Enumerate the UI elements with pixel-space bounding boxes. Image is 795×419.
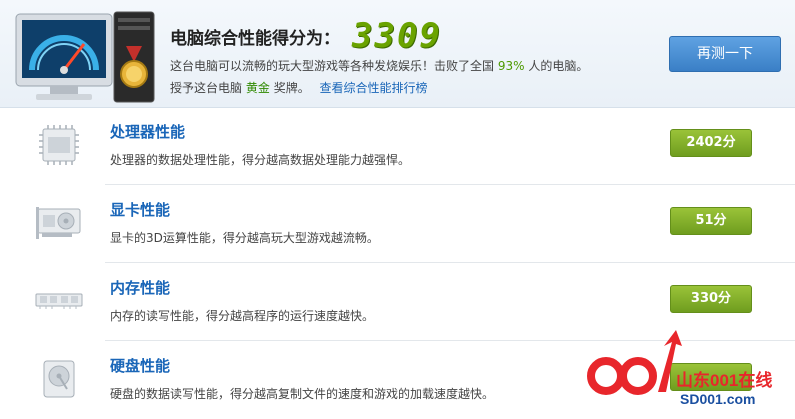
hard-disk-icon <box>43 360 75 398</box>
memory-score-badge[interactable]: 330分 <box>670 285 752 313</box>
award-suffix: 奖牌。 <box>273 81 310 95</box>
site-watermark-logo: 山东001在线 SD001.com <box>587 330 772 407</box>
total-score: 3309 <box>352 16 442 56</box>
description-suffix: 人的电脑。 <box>528 59 589 73</box>
graphics-card-icon <box>36 207 81 239</box>
score-line: 电脑综合性能得分为： 3309 <box>170 16 442 56</box>
award-medal: 黄金 <box>245 81 270 95</box>
description-prefix: 这台电脑可以流畅的玩大型游戏等各种发烧娱乐！击败了全国 <box>170 59 495 73</box>
ranking-link[interactable]: 查看综合性能排行榜 <box>320 81 428 95</box>
score-label: 电脑综合性能得分为： <box>170 28 340 49</box>
award-prefix: 授予这台电脑 <box>170 81 243 95</box>
row-title[interactable]: 硬盘性能 <box>110 355 170 376</box>
row-title[interactable]: 处理器性能 <box>110 121 185 142</box>
cpu-performance-row: 处理器性能 处理器的数据处理性能，得分越高数据处理能力越强悍。 2402分 <box>0 107 795 185</box>
row-title[interactable]: 显卡性能 <box>110 199 170 220</box>
award-line: 授予这台电脑 黄金 奖牌。 查看综合性能排行榜 <box>170 79 428 96</box>
graphics-performance-row: 显卡性能 显卡的3D运算性能，得分越高玩大型游戏越流畅。 51分 <box>0 185 795 263</box>
row-title[interactable]: 内存性能 <box>110 277 170 298</box>
graphics-score-badge[interactable]: 51分 <box>670 207 752 235</box>
cpu-score-badge[interactable]: 2402分 <box>670 129 752 157</box>
beat-percentage: 93% <box>497 59 525 73</box>
score-description: 这台电脑可以流畅的玩大型游戏等各种发烧娱乐！击败了全国 93% 人的电脑。 <box>170 57 588 74</box>
retest-button[interactable]: 再测一下 <box>669 36 781 72</box>
memory-icon <box>35 293 83 309</box>
score-header: 电脑综合性能得分为： 3309 这台电脑可以流畅的玩大型游戏等各种发烧娱乐！击败… <box>0 0 795 108</box>
row-description: 硬盘的数据读写性能，得分越高复制文件的速度和游戏的加载速度越快。 <box>110 387 495 401</box>
row-description: 内存的读写性能，得分越高程序的运行速度越快。 <box>110 309 375 323</box>
watermark-line2: SD001.com <box>680 391 755 407</box>
row-description: 处理器的数据处理性能，得分越高数据处理能力越强悍。 <box>110 153 411 167</box>
cpu-icon <box>39 125 79 165</box>
watermark-line1: 山东001在线 <box>676 370 772 390</box>
row-description: 显卡的3D运算性能，得分越高玩大型游戏越流畅。 <box>110 231 379 245</box>
computer-speedometer-icon <box>15 11 155 103</box>
